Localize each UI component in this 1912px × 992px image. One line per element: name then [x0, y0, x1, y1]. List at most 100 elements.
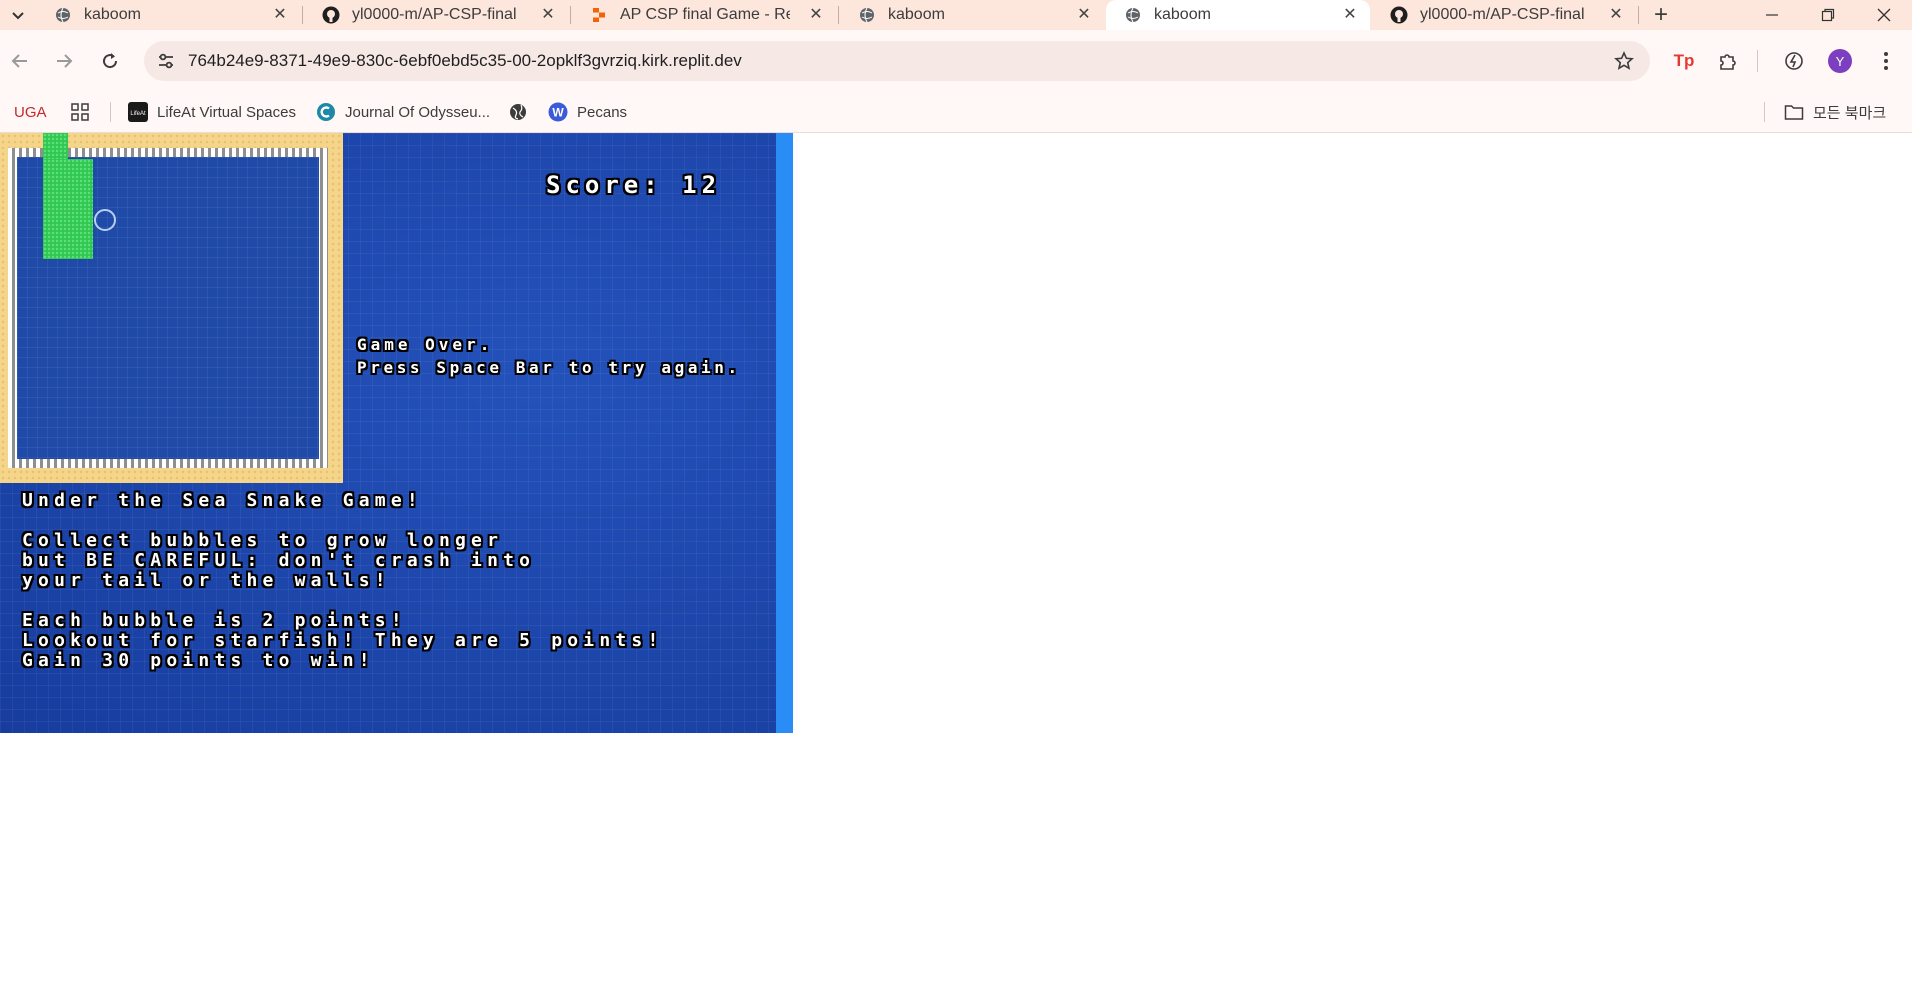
plus-icon: +	[1653, 1, 1668, 28]
star-icon	[1614, 51, 1634, 70]
github-icon	[1390, 6, 1408, 24]
tab-kaboom-active[interactable]: kaboom ✕	[1106, 0, 1370, 30]
close-icon[interactable]: ✕	[1608, 6, 1624, 23]
site-info-button[interactable]	[152, 47, 180, 75]
bookmark-label: LifeAt Virtual Spaces	[157, 103, 296, 121]
tab-title: kaboom	[84, 6, 141, 23]
tab-strip: kaboom ✕ yl0000-m/AP-CSP-final ✕ AP CSP …	[0, 0, 1912, 30]
tp-logo-icon: Tp	[1673, 51, 1695, 70]
bookmark-star-button[interactable]	[1612, 49, 1636, 73]
game-over-text: Game Over.	[357, 335, 494, 354]
arrow-right-icon	[57, 54, 73, 68]
minimize-button[interactable]	[1744, 0, 1800, 30]
replit-icon	[590, 6, 608, 24]
bookmark-label: UGA	[14, 103, 47, 121]
tab-divider	[838, 6, 839, 24]
reload-icon	[103, 53, 118, 69]
bookmark-globe[interactable]	[508, 92, 537, 132]
tab-github-2[interactable]: yl0000-m/AP-CSP-final ✕	[1372, 0, 1636, 30]
tab-title: kaboom	[888, 6, 945, 23]
close-icon[interactable]: ✕	[540, 6, 556, 23]
w-logo-icon: W	[548, 102, 568, 122]
arrow-left-icon	[11, 54, 27, 68]
bookmark-pecans[interactable]: W Pecans	[548, 92, 627, 132]
bookmark-divider	[1764, 102, 1765, 122]
svg-text:W: W	[552, 106, 564, 120]
tab-search-button[interactable]	[0, 0, 36, 30]
bookmarks-bar: UGA LifeAt LifeAt Virtual Spaces Journal…	[0, 92, 1912, 133]
bookmark-label: Pecans	[577, 103, 628, 121]
folder-icon	[1784, 102, 1804, 122]
tab-kaboom-2[interactable]: kaboom ✕	[840, 0, 1104, 30]
tab-title: kaboom	[1154, 6, 1211, 23]
bookmark-uga[interactable]: UGA	[14, 92, 47, 132]
bookmark-lifeat[interactable]: LifeAt LifeAt Virtual Spaces	[128, 92, 296, 132]
tab-kaboom-1[interactable]: kaboom ✕	[36, 0, 300, 30]
bubble-icon	[94, 209, 116, 231]
game-canvas[interactable]: Score: 12 Game Over. Press Space Bar to …	[0, 133, 776, 733]
lifeat-icon: LifeAt	[128, 102, 148, 122]
restart-hint-text: Press Space Bar to try again.	[357, 358, 741, 377]
url-text: 764b24e9-8371-49e9-830c-6ebf0ebd5c35-00-…	[188, 51, 742, 70]
globe-icon	[54, 6, 72, 24]
minimize-icon	[1766, 14, 1778, 16]
chevron-down-icon	[12, 12, 24, 20]
bookmark-apps[interactable]	[70, 92, 99, 132]
extensions-button[interactable]	[1712, 45, 1744, 77]
all-bookmarks-label: 모든 북마크	[1813, 104, 1887, 122]
tab-divider	[570, 6, 571, 24]
bookmark-divider	[110, 102, 111, 122]
close-window-button[interactable]	[1856, 0, 1912, 30]
avatar: Y	[1828, 49, 1852, 73]
svg-text:LifeAt: LifeAt	[130, 111, 146, 117]
restore-icon	[1821, 8, 1835, 22]
instructions-line: Lookout for starfish! They are 5 points!	[22, 630, 664, 651]
tune-icon	[159, 53, 173, 69]
instructions-line: Gain 30 points to win!	[22, 650, 375, 671]
restore-button[interactable]	[1800, 0, 1856, 30]
close-icon[interactable]: ✕	[808, 6, 824, 23]
close-icon[interactable]: ✕	[1342, 6, 1358, 23]
tab-replit[interactable]: AP CSP final Game - Repl ✕	[572, 0, 836, 30]
tab-divider	[302, 6, 303, 24]
forward-button[interactable]	[48, 45, 80, 77]
new-tab-button[interactable]: +	[1646, 0, 1676, 30]
menu-button[interactable]	[1870, 45, 1902, 77]
back-button[interactable]	[4, 45, 36, 77]
globe-icon	[1124, 6, 1142, 24]
instructions-line: Collect bubbles to grow longer	[22, 530, 504, 551]
globe-icon	[858, 6, 876, 24]
performance-button[interactable]	[1778, 45, 1810, 77]
address-bar[interactable]: 764b24e9-8371-49e9-830c-6ebf0ebd5c35-00-…	[144, 41, 1650, 81]
github-icon	[322, 6, 340, 24]
close-icon	[1877, 8, 1891, 22]
instructions-line: your tail or the walls!	[22, 570, 391, 591]
puzzle-icon	[1720, 54, 1736, 70]
close-icon[interactable]: ✕	[272, 6, 288, 23]
bookmark-journal[interactable]: Journal Of Odysseu...	[316, 92, 490, 132]
game-board	[0, 133, 343, 483]
reload-button[interactable]	[94, 45, 126, 77]
canvas-edge	[776, 133, 793, 733]
apps-grid-icon	[70, 102, 90, 122]
instructions-line: Each bubble is 2 points!	[22, 610, 407, 631]
score-text: Score: 12	[546, 171, 722, 199]
tab-title: AP CSP final Game - Repl	[620, 6, 790, 23]
instructions-title: Under the Sea Snake Game!	[22, 490, 423, 511]
c-logo-icon	[316, 102, 336, 122]
close-icon[interactable]: ✕	[1076, 6, 1092, 23]
snake-body	[43, 159, 93, 259]
instructions-line: but BE CAREFUL: don't crash into	[22, 550, 536, 571]
extension-tp-button[interactable]: Tp	[1668, 45, 1700, 77]
globe-icon	[508, 102, 528, 122]
kebab-menu-icon	[1884, 52, 1888, 70]
all-bookmarks-button[interactable]: 모든 북마크	[1784, 92, 1886, 132]
tab-divider	[1638, 6, 1639, 24]
tab-title: yl0000-m/AP-CSP-final	[1420, 6, 1585, 23]
profile-button[interactable]: Y	[1824, 45, 1856, 77]
toolbar-divider	[1757, 50, 1758, 72]
browser-toolbar: 764b24e9-8371-49e9-830c-6ebf0ebd5c35-00-…	[0, 30, 1912, 92]
snake-segment	[43, 133, 68, 159]
speedometer-icon	[1785, 52, 1803, 70]
tab-github-1[interactable]: yl0000-m/AP-CSP-final ✕	[304, 0, 568, 30]
